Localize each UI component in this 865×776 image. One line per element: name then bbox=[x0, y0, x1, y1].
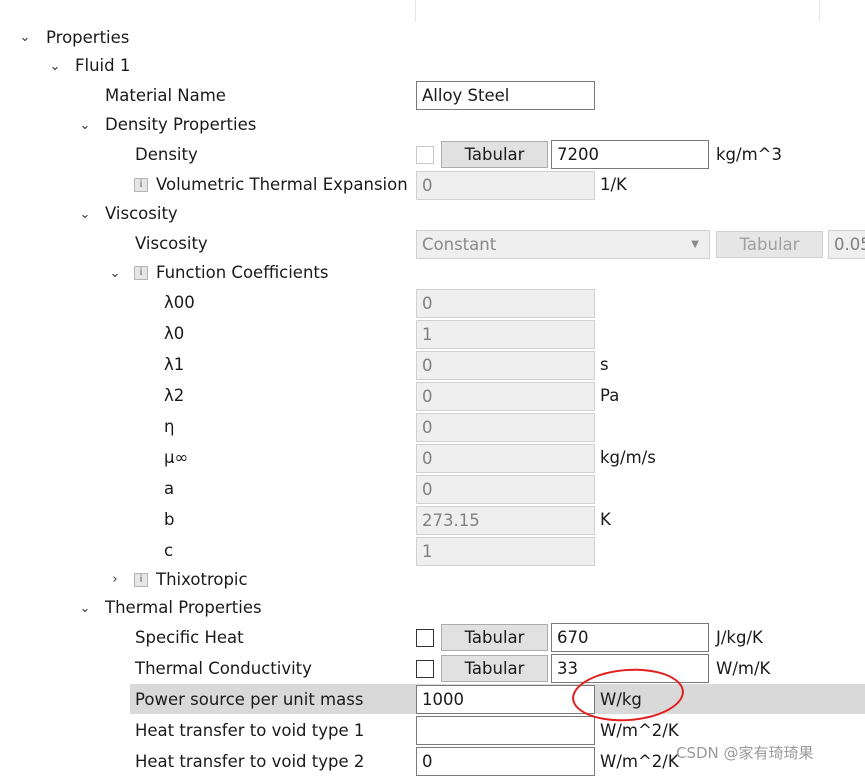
tree-node-function-coefficients[interactable]: Function Coefficients bbox=[156, 263, 328, 283]
tree-node-thixotropic[interactable]: Thixotropic bbox=[156, 570, 248, 590]
chevron-down-icon[interactable]: ⌄ bbox=[108, 267, 122, 281]
dropdown-arrow-icon: ▼ bbox=[691, 239, 699, 250]
tree-node-thermal-properties[interactable]: Thermal Properties bbox=[105, 598, 262, 618]
column-divider bbox=[819, 0, 820, 22]
thermal-conductivity-label: Thermal Conductivity bbox=[135, 659, 312, 678]
viscosity-model-value: Constant bbox=[422, 235, 497, 254]
thermal-conductivity-tabular-button[interactable]: Tabular bbox=[441, 655, 548, 682]
coeff-input[interactable]: 0 bbox=[416, 382, 595, 411]
viscosity-tabular-button[interactable]: Tabular bbox=[716, 231, 823, 258]
watermark: CSDN @家有琦琦果 bbox=[676, 744, 814, 762]
coeff-label: a bbox=[164, 479, 175, 498]
density-input[interactable]: 7200 bbox=[551, 140, 709, 169]
power-source-label: Power source per unit mass bbox=[135, 690, 364, 709]
heat-transfer-void-1-input[interactable] bbox=[416, 716, 595, 745]
coeff-unit: K bbox=[600, 510, 611, 529]
tree-node-density-properties[interactable]: Density Properties bbox=[105, 115, 256, 135]
viscosity-label: Viscosity bbox=[135, 234, 208, 253]
chevron-down-icon[interactable]: ⌄ bbox=[78, 119, 92, 133]
chevron-down-icon[interactable]: ⌄ bbox=[78, 602, 92, 616]
coeff-label: λ1 bbox=[164, 355, 185, 374]
material-name-label: Material Name bbox=[105, 86, 226, 105]
coeff-input[interactable]: 0 bbox=[416, 413, 595, 442]
info-icon: i bbox=[134, 573, 148, 587]
coeff-input[interactable]: 0 bbox=[416, 351, 595, 380]
material-name-input[interactable]: Alloy Steel bbox=[416, 81, 595, 110]
coeff-label: c bbox=[164, 541, 174, 560]
coeff-input[interactable]: 0 bbox=[416, 475, 595, 504]
specific-heat-tabular-button[interactable]: Tabular bbox=[441, 624, 548, 651]
coeff-unit: Pa bbox=[600, 386, 620, 405]
viscosity-model-select[interactable]: Constant ▼ bbox=[416, 230, 710, 259]
specific-heat-input[interactable]: 670 bbox=[551, 623, 709, 652]
chevron-right-icon[interactable]: › bbox=[108, 573, 122, 587]
coeff-label: λ00 bbox=[164, 293, 195, 312]
info-icon: i bbox=[134, 266, 148, 280]
heat-transfer-void-2-input[interactable]: 0 bbox=[416, 747, 595, 776]
coeff-label: η bbox=[164, 417, 175, 436]
specific-heat-tabular-checkbox[interactable] bbox=[416, 629, 434, 647]
coeff-input[interactable]: 1 bbox=[416, 320, 595, 349]
specific-heat-unit: J/kg/K bbox=[716, 628, 763, 647]
power-source-input[interactable]: 1000 bbox=[416, 685, 595, 714]
heat-transfer-void-2-unit: W/m^2/K bbox=[600, 752, 679, 771]
chevron-down-icon[interactable]: ⌄ bbox=[18, 31, 32, 45]
coeff-input[interactable]: 1 bbox=[416, 537, 595, 566]
thermal-conductivity-tabular-checkbox[interactable] bbox=[416, 660, 434, 678]
coeff-label: b bbox=[164, 510, 175, 529]
heat-transfer-void-1-unit: W/m^2/K bbox=[600, 721, 679, 740]
tree-node-properties[interactable]: Properties bbox=[46, 28, 129, 48]
volumetric-thermal-expansion-unit: 1/K bbox=[600, 175, 627, 194]
coeff-input[interactable]: 0 bbox=[416, 444, 595, 473]
chevron-down-icon[interactable]: ⌄ bbox=[78, 208, 92, 222]
heat-transfer-void-2-label: Heat transfer to void type 2 bbox=[135, 752, 365, 771]
coeff-label: λ0 bbox=[164, 324, 185, 343]
coeff-unit: s bbox=[600, 355, 609, 374]
chevron-down-icon[interactable]: ⌄ bbox=[48, 60, 62, 74]
thermal-conductivity-unit: W/m/K bbox=[716, 659, 771, 678]
heat-transfer-void-1-label: Heat transfer to void type 1 bbox=[135, 721, 365, 740]
coeff-label: λ2 bbox=[164, 386, 185, 405]
specific-heat-label: Specific Heat bbox=[135, 628, 244, 647]
tree-node-fluid[interactable]: Fluid 1 bbox=[75, 56, 130, 76]
density-label: Density bbox=[135, 145, 198, 164]
coeff-label: μ∞ bbox=[164, 448, 189, 467]
density-unit: kg/m^3 bbox=[716, 145, 782, 164]
column-divider bbox=[415, 0, 416, 22]
density-tabular-checkbox[interactable] bbox=[416, 146, 434, 164]
density-tabular-button[interactable]: Tabular bbox=[441, 141, 548, 168]
coeff-input[interactable]: 0 bbox=[416, 289, 595, 318]
volumetric-thermal-expansion-label: Volumetric Thermal Expansion bbox=[156, 175, 408, 194]
tree-node-viscosity[interactable]: Viscosity bbox=[105, 204, 178, 224]
coeff-unit: kg/m/s bbox=[600, 448, 656, 467]
volumetric-thermal-expansion-input[interactable]: 0 bbox=[416, 171, 595, 200]
info-icon: i bbox=[134, 178, 148, 192]
coeff-input[interactable]: 273.15 bbox=[416, 506, 595, 535]
viscosity-input[interactable]: 0.05 bbox=[828, 230, 865, 259]
